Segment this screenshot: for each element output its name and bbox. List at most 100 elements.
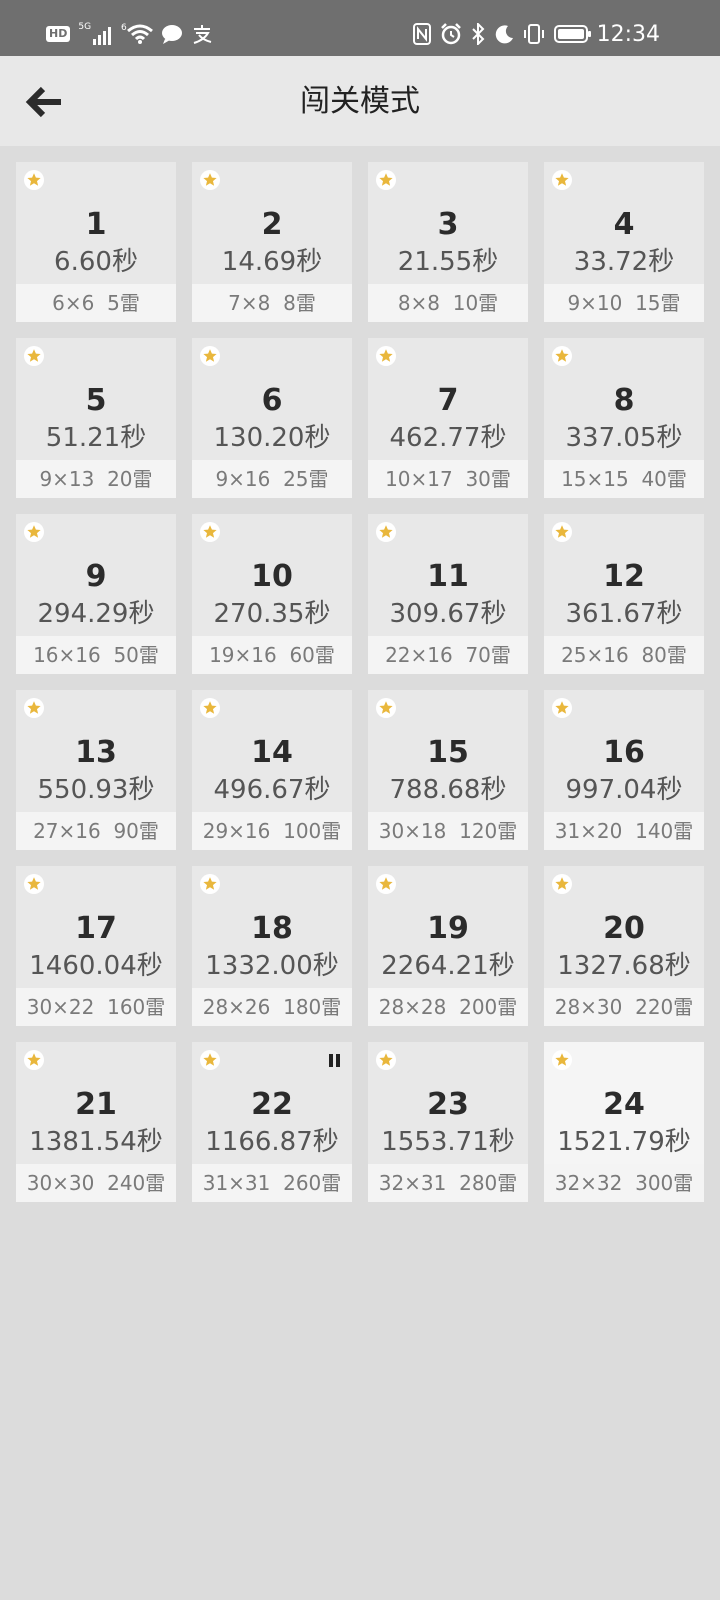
alarm-icon — [441, 23, 461, 45]
star-icon — [24, 346, 44, 366]
level-card-17[interactable]: 17 1460.04秒 30×22 160雷 — [16, 866, 176, 1026]
star-icon — [552, 522, 572, 542]
level-card-7[interactable]: 7 462.77秒 10×17 30雷 — [368, 338, 528, 498]
board-info: 9×13 20雷 — [16, 460, 176, 498]
best-time: 21.55秒 — [397, 247, 499, 277]
level-card-12[interactable]: 12 361.67秒 25×16 80雷 — [544, 514, 704, 674]
star-icon — [24, 1050, 44, 1070]
star-icon — [200, 346, 220, 366]
level-number: 20 — [603, 911, 645, 946]
app-bar: 闯关模式 — [0, 56, 720, 146]
best-time: 997.04秒 — [565, 775, 683, 805]
nfc-icon — [413, 23, 431, 45]
board-info: 7×8 8雷 — [192, 284, 352, 322]
level-card-11[interactable]: 11 309.67秒 22×16 70雷 — [368, 514, 528, 674]
star-icon — [24, 170, 44, 190]
star-icon — [200, 698, 220, 718]
level-card-9[interactable]: 9 294.29秒 16×16 50雷 — [16, 514, 176, 674]
star-icon — [552, 874, 572, 894]
level-card-8[interactable]: 8 337.05秒 15×15 40雷 — [544, 338, 704, 498]
board-info: 27×16 90雷 — [16, 812, 176, 850]
star-icon — [24, 698, 44, 718]
level-card-3[interactable]: 3 21.55秒 8×8 10雷 — [368, 162, 528, 322]
level-number: 1 — [85, 207, 107, 242]
battery-icon — [554, 25, 591, 43]
level-number: 19 — [427, 911, 469, 946]
best-time: 1327.68秒 — [557, 951, 691, 981]
level-card-14[interactable]: 14 496.67秒 29×16 100雷 — [192, 690, 352, 850]
level-card-15[interactable]: 15 788.68秒 30×18 120雷 — [368, 690, 528, 850]
level-grid: 1 6.60秒 6×6 5雷 2 14.69秒 7×8 8雷 3 21.55秒 8×8 10雷 4… — [16, 162, 704, 1202]
best-time: 2264.21秒 — [381, 951, 515, 981]
star-icon — [376, 346, 396, 366]
level-card-5[interactable]: 5 51.21秒 9×13 20雷 — [16, 338, 176, 498]
board-info: 16×16 50雷 — [16, 636, 176, 674]
level-number: 12 — [603, 559, 645, 594]
best-time: 309.67秒 — [389, 599, 507, 629]
best-time: 550.93秒 — [37, 775, 155, 805]
level-card-4[interactable]: 4 33.72秒 9×10 15雷 — [544, 162, 704, 322]
level-number: 3 — [437, 207, 459, 242]
level-number: 15 — [427, 735, 469, 770]
level-card-21[interactable]: 21 1381.54秒 30×30 240雷 — [16, 1042, 176, 1202]
star-icon — [24, 522, 44, 542]
level-card-24[interactable]: 24 1521.79秒 32×32 300雷 — [544, 1042, 704, 1202]
level-number: 14 — [251, 735, 293, 770]
board-info: 28×26 180雷 — [192, 988, 352, 1026]
star-icon — [552, 346, 572, 366]
best-time: 270.35秒 — [213, 599, 331, 629]
status-left: HD 5G 6 — [46, 20, 213, 48]
board-info: 31×31 260雷 — [192, 1164, 352, 1202]
best-time: 1553.71秒 — [381, 1127, 515, 1157]
level-card-2[interactable]: 2 14.69秒 7×8 8雷 — [192, 162, 352, 322]
level-number: 22 — [251, 1087, 293, 1122]
level-card-18[interactable]: 18 1332.00秒 28×26 180雷 — [192, 866, 352, 1026]
star-icon — [24, 874, 44, 894]
level-card-6[interactable]: 6 130.20秒 9×16 25雷 — [192, 338, 352, 498]
best-time: 1460.04秒 — [29, 951, 163, 981]
board-info: 28×30 220雷 — [544, 988, 704, 1026]
best-time: 788.68秒 — [389, 775, 507, 805]
level-card-19[interactable]: 19 2264.21秒 28×28 200雷 — [368, 866, 528, 1026]
status-right — [413, 20, 592, 48]
best-time: 51.21秒 — [45, 423, 147, 453]
level-number: 9 — [85, 559, 107, 594]
level-card-20[interactable]: 20 1327.68秒 28×30 220雷 — [544, 866, 704, 1026]
level-card-16[interactable]: 16 997.04秒 31×20 140雷 — [544, 690, 704, 850]
level-card-1[interactable]: 1 6.60秒 6×6 5雷 — [16, 162, 176, 322]
level-card-22[interactable]: 22 1166.87秒 31×31 260雷 — [192, 1042, 352, 1202]
board-info: 30×18 120雷 — [368, 812, 528, 850]
star-icon — [552, 1050, 572, 1070]
level-card-10[interactable]: 10 270.35秒 19×16 60雷 — [192, 514, 352, 674]
best-time: 33.72秒 — [573, 247, 675, 277]
best-time: 337.05秒 — [565, 423, 683, 453]
best-time: 294.29秒 — [37, 599, 155, 629]
level-number: 18 — [251, 911, 293, 946]
signal-icon: 5G — [78, 23, 113, 45]
level-card-23[interactable]: 23 1553.71秒 32×31 280雷 — [368, 1042, 528, 1202]
best-time: 361.67秒 — [565, 599, 683, 629]
level-number: 6 — [261, 383, 283, 418]
level-card-13[interactable]: 13 550.93秒 27×16 90雷 — [16, 690, 176, 850]
status-time: 12:34 — [596, 22, 660, 47]
level-number: 7 — [437, 383, 459, 418]
pause-icon — [329, 1054, 340, 1067]
level-number: 23 — [427, 1087, 469, 1122]
level-number: 21 — [75, 1087, 117, 1122]
best-time: 462.77秒 — [389, 423, 507, 453]
back-button[interactable] — [22, 80, 66, 124]
board-info: 32×31 280雷 — [368, 1164, 528, 1202]
status-bar: HD 5G 6 12:34 — [0, 0, 720, 56]
best-time: 130.20秒 — [213, 423, 331, 453]
best-time: 496.67秒 — [213, 775, 331, 805]
network-label: 5G — [78, 22, 92, 32]
best-time: 14.69秒 — [221, 247, 323, 277]
board-info: 30×30 240雷 — [16, 1164, 176, 1202]
board-info: 6×6 5雷 — [16, 284, 176, 322]
star-icon — [200, 522, 220, 542]
star-icon — [200, 1050, 220, 1070]
star-icon — [376, 1050, 396, 1070]
star-icon — [376, 522, 396, 542]
board-info: 10×17 30雷 — [368, 460, 528, 498]
arrow-left-icon — [25, 86, 61, 118]
